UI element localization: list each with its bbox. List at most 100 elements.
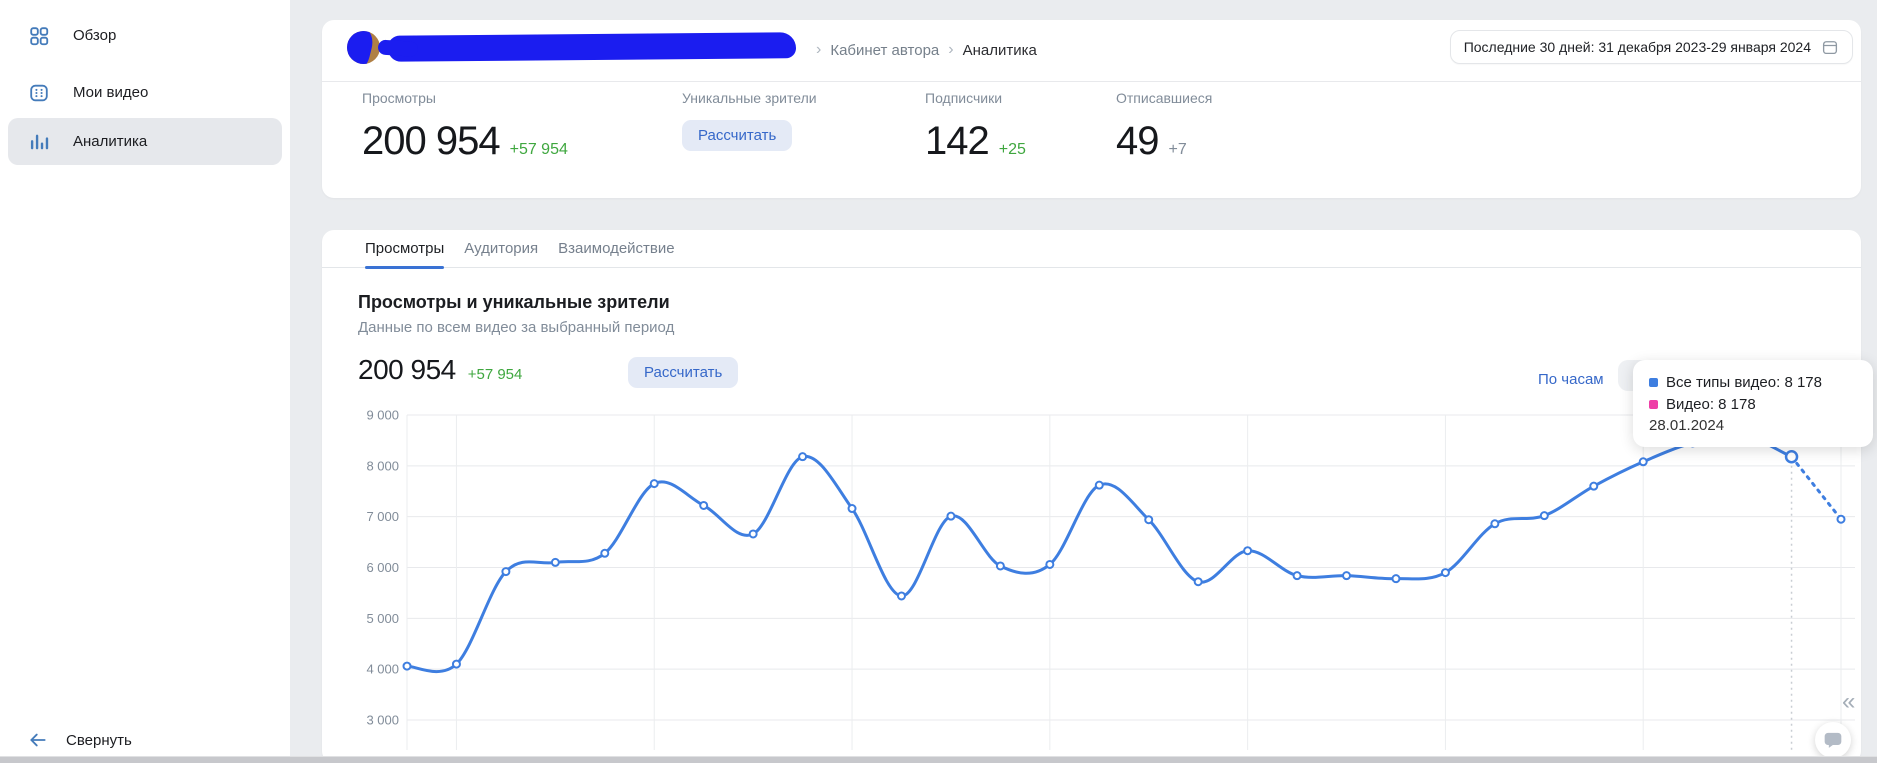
grid-icon <box>28 25 50 47</box>
data-point[interactable] <box>1589 481 1599 491</box>
legend-swatch-all-videos <box>1649 377 1658 387</box>
breadcrumb-author-cabinet[interactable]: Кабинет автора <box>830 42 939 59</box>
tooltip-text: Видео: 8 178 <box>1666 395 1756 413</box>
y-axis-label: 5 000 <box>366 611 399 626</box>
data-point[interactable] <box>1638 457 1648 467</box>
date-range-button[interactable]: Последние 30 дней: 31 декабря 2023-29 ян… <box>1449 30 1853 64</box>
my-videos-icon <box>28 82 50 104</box>
stat-label: Просмотры <box>362 90 436 106</box>
stat-label: Отписавшиеся <box>1116 90 1213 106</box>
tab-label: Взаимодействие <box>558 240 675 257</box>
stat-delta: +57 954 <box>509 141 568 158</box>
arrow-left-icon <box>30 733 46 747</box>
section-subtitle: Данные по всем видео за выбранный период <box>358 319 675 336</box>
data-point[interactable] <box>1292 571 1302 581</box>
data-point[interactable] <box>451 659 461 669</box>
data-point[interactable] <box>1342 571 1352 581</box>
y-axis-label: 8 000 <box>366 458 399 473</box>
sidebar-item-label: Обзор <box>73 27 117 44</box>
stat-unsubscribed: Отписавшиеся 49 +7 <box>1116 90 1212 163</box>
stat-label: Уникальные зрители <box>682 90 817 106</box>
analytics-dashboard: Обзор Мои видео Аналитика Свернуть › Каб… <box>0 0 1877 763</box>
section-delta: +57 954 <box>467 366 523 383</box>
channel-avatar[interactable] <box>347 31 380 64</box>
y-axis-label: 9 000 <box>366 408 399 423</box>
calculate-button[interactable]: Рассчитать <box>682 120 793 151</box>
header-divider <box>322 81 1861 82</box>
tab-views[interactable]: Просмотры <box>365 230 445 269</box>
section-title: Просмотры и уникальные зрители <box>358 292 670 312</box>
stat-delta: +25 <box>998 141 1026 158</box>
data-point[interactable] <box>501 567 511 577</box>
calendar-icon <box>1822 41 1838 55</box>
stat-views: Просмотры 200 954 +57 954 <box>362 90 568 163</box>
data-point[interactable] <box>748 529 758 539</box>
bottom-scrollbar[interactable] <box>0 756 1877 763</box>
sidebar-collapse-button[interactable]: Свернуть <box>28 730 132 750</box>
section-value-row: 200 954 +57 954 <box>358 354 522 386</box>
data-point[interactable] <box>1243 546 1253 556</box>
data-point[interactable] <box>600 548 610 558</box>
breadcrumb-analytics: Аналитика <box>962 41 1037 59</box>
data-point[interactable] <box>946 511 956 521</box>
data-point[interactable] <box>1836 514 1846 524</box>
stat-value: 142 <box>925 119 990 163</box>
data-point[interactable] <box>847 504 857 514</box>
sidebar-item-analytics[interactable]: Аналитика <box>8 118 282 165</box>
data-point[interactable] <box>1045 559 1055 569</box>
section-value: 200 954 <box>358 354 456 385</box>
data-point[interactable] <box>699 500 709 510</box>
tooltip-row: Видео: 8 178 <box>1649 393 1873 415</box>
sidebar-item-label: Мои видео <box>73 84 149 101</box>
data-point[interactable] <box>402 661 412 671</box>
date-range-label: Последние 30 дней: 31 декабря 2023-29 ян… <box>1463 39 1811 55</box>
stat-unique-viewers: Уникальные зрители Рассчитать <box>682 90 817 151</box>
header-card: › Кабинет автора › Аналитика Последние 3… <box>322 20 1861 198</box>
views-chart-svg[interactable]: 9 000 8 000 7 000 6 000 5 000 4 000 3 000 <box>322 398 1861 756</box>
data-point[interactable] <box>1144 515 1154 525</box>
data-point[interactable] <box>1539 511 1549 521</box>
sidebar: Обзор Мои видео Аналитика Свернуть <box>0 0 290 763</box>
views-line <box>405 433 1794 674</box>
data-point[interactable] <box>550 557 560 567</box>
stat-value: 49 <box>1116 119 1159 163</box>
stat-subscribers: Подписчики 142 +25 <box>925 90 1026 163</box>
calculate-button[interactable]: Рассчитать <box>628 357 739 388</box>
y-axis-label: 3 000 <box>366 713 399 728</box>
channel-name-redacted <box>387 32 797 62</box>
y-axis-label: 7 000 <box>366 509 399 524</box>
sidebar-item-label: Аналитика <box>73 133 148 150</box>
chevron-right-icon: › <box>816 41 822 58</box>
tab-audience[interactable]: Аудитория <box>464 230 538 268</box>
analytics-card: Просмотры Аудитория Взаимодействие Просм… <box>322 230 1873 763</box>
data-point[interactable] <box>1391 574 1401 584</box>
tooltip-text: Все типы видео: 8 178 <box>1666 373 1822 391</box>
data-point[interactable] <box>995 561 1005 571</box>
chart-tooltip: Все типы видео: 8 178 Видео: 8 178 28.01… <box>1633 360 1873 447</box>
data-point[interactable] <box>649 479 659 489</box>
collapse-label: Свернуть <box>66 731 132 749</box>
sidebar-item-overview[interactable]: Обзор <box>8 12 282 59</box>
data-point[interactable] <box>896 591 906 601</box>
data-point[interactable] <box>1490 519 1500 529</box>
data-point[interactable] <box>1193 577 1203 587</box>
sidebar-nav: Обзор Мои видео Аналитика <box>0 0 290 165</box>
tooltip-row: Все типы видео: 8 178 <box>1649 371 1873 393</box>
support-chat-button[interactable] <box>1815 722 1851 758</box>
tab-label: Просмотры <box>365 240 445 257</box>
sidebar-item-my-videos[interactable]: Мои видео <box>8 69 282 116</box>
y-axis-label: 6 000 <box>366 560 399 575</box>
redaction-blob <box>347 31 376 64</box>
chat-bubble-icon <box>1824 732 1842 748</box>
tab-label: Аудитория <box>464 240 539 257</box>
data-point[interactable] <box>1440 568 1450 578</box>
data-point[interactable] <box>1094 480 1104 490</box>
hovered-data-point[interactable] <box>1784 450 1799 464</box>
data-point[interactable] <box>798 452 808 462</box>
analytics-bars-icon <box>28 131 50 153</box>
legend-swatch-video <box>1649 399 1658 409</box>
stat-label: Подписчики <box>925 90 1003 106</box>
tab-engagement[interactable]: Взаимодействие <box>558 230 674 268</box>
stat-delta: +7 <box>1168 141 1187 158</box>
by-hours-link[interactable]: По часам <box>1538 371 1604 388</box>
